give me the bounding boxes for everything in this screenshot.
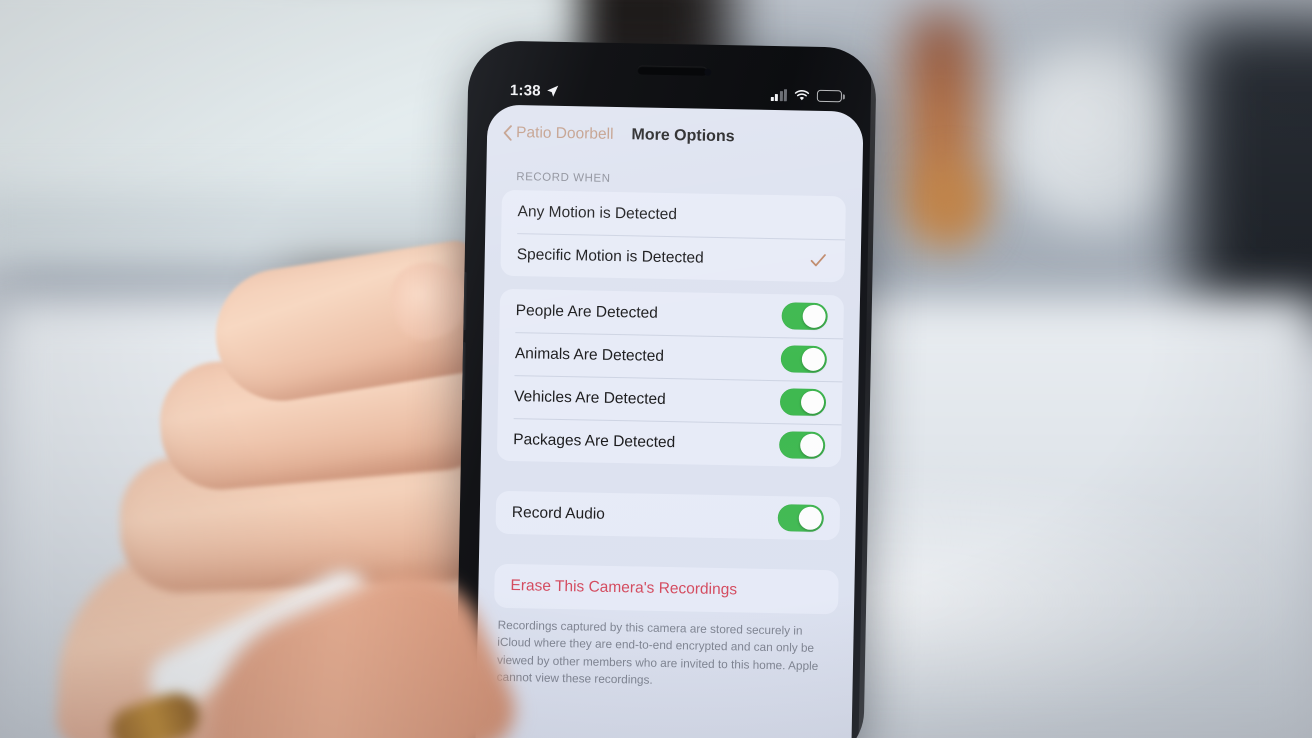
front-camera <box>704 68 712 76</box>
back-button-label: Patio Doorbell <box>515 124 614 143</box>
page-title: More Options <box>631 126 735 146</box>
option-any-motion[interactable]: Any Motion is Detected <box>501 190 846 240</box>
iphone-device: 1:38 Patio Doorbell More Options RECORD … <box>455 40 877 738</box>
phone-screen: Patio Doorbell More Options RECORD WHEN … <box>474 104 864 738</box>
row-record-audio[interactable]: Record Audio <box>495 491 840 541</box>
detection-card: People Are Detected Animals Are Detected… <box>496 288 845 468</box>
row-label: Record Audio <box>511 503 606 523</box>
back-button[interactable]: Patio Doorbell <box>503 124 614 144</box>
row-label: Animals Are Detected <box>514 344 665 365</box>
row-label: Packages Are Detected <box>513 430 676 451</box>
option-specific-motion[interactable]: Specific Motion is Detected <box>500 233 845 283</box>
row-packages-detected[interactable]: Packages Are Detected <box>497 418 842 468</box>
toggle-record-audio[interactable] <box>777 504 825 533</box>
record-when-card: Any Motion is Detected Specific Motion i… <box>500 189 846 283</box>
navigation-bar: Patio Doorbell More Options <box>487 105 864 168</box>
status-bar-time: 1:38 <box>509 81 541 100</box>
background-dark-right <box>1190 20 1312 320</box>
background-round-object <box>1000 40 1190 230</box>
checkmark-icon <box>810 254 826 267</box>
location-arrow-icon <box>547 85 559 97</box>
cellular-signal-icon <box>770 88 788 101</box>
chevron-left-icon <box>503 125 512 141</box>
row-vehicles-detected[interactable]: Vehicles Are Detected <box>498 375 843 425</box>
row-animals-detected[interactable]: Animals Are Detected <box>498 332 843 382</box>
toggle-people-detected[interactable] <box>781 302 828 331</box>
toggle-packages-detected[interactable] <box>778 431 826 460</box>
toggle-animals-detected[interactable] <box>780 345 828 374</box>
row-label: Vehicles Are Detected <box>513 387 666 408</box>
record-audio-card: Record Audio <box>495 490 841 541</box>
background-warm-object-base <box>920 170 980 240</box>
earpiece-speaker <box>637 65 708 76</box>
option-label: Specific Motion is Detected <box>516 245 704 267</box>
battery-icon <box>816 89 843 103</box>
erase-card: Erase This Camera's Recordings <box>494 563 839 615</box>
erase-recordings-button[interactable]: Erase This Camera's Recordings <box>494 564 839 615</box>
option-label: Any Motion is Detected <box>517 202 678 223</box>
wifi-icon <box>794 90 810 101</box>
photo-scene: 1:38 Patio Doorbell More Options RECORD … <box>0 0 1312 738</box>
privacy-footnote: Recordings captured by this camera are s… <box>496 617 819 687</box>
row-people-detected[interactable]: People Are Detected <box>499 289 844 339</box>
toggle-vehicles-detected[interactable] <box>779 388 827 417</box>
erase-recordings-label: Erase This Camera's Recordings <box>510 577 738 599</box>
row-label: People Are Detected <box>515 301 659 322</box>
